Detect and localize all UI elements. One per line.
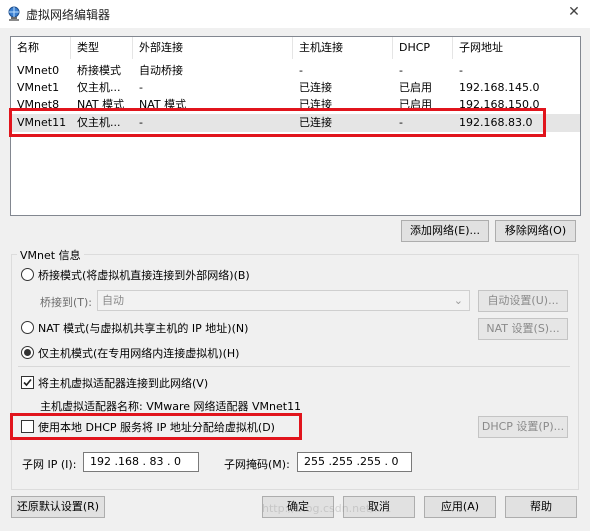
table-header: 名称 类型 外部连接 主机连接 DHCP 子网地址 <box>11 37 580 59</box>
add-network-button[interactable]: 添加网络(E)... <box>401 220 489 242</box>
cell-name: VMnet1 <box>17 81 60 94</box>
highlight-box <box>9 108 546 137</box>
subnet-ip-input[interactable]: 192 .168 . 83 . 0 <box>83 452 199 472</box>
connect-adapter-label[interactable]: 将主机虚拟适配器连接到此网络(V) <box>38 375 208 391</box>
cell-subnet: - <box>459 64 463 77</box>
cell-type: 仅主机... <box>77 81 121 94</box>
subnet-ip-label: 子网 IP (I): <box>22 458 77 471</box>
cell-external: 自动桥接 <box>139 64 183 77</box>
nat-settings-button[interactable]: NAT 设置(S)... <box>478 318 568 340</box>
remove-network-button[interactable]: 移除网络(O) <box>495 220 576 242</box>
cell-name: VMnet0 <box>17 64 60 77</box>
adapter-name-label: 主机虚拟适配器名称: VMware 网络适配器 VMnet11 <box>40 400 302 413</box>
cell-host: - <box>299 64 303 77</box>
help-button[interactable]: 帮助 <box>505 496 577 518</box>
network-globe-icon <box>6 6 22 22</box>
bridged-label[interactable]: 桥接模式(将虚拟机直接连接到外部网络)(B) <box>38 267 250 283</box>
table-row[interactable]: VMnet1 仅主机... - 已连接 已启用 192.168.145.0 <box>11 80 580 96</box>
cell-dhcp: - <box>399 64 403 77</box>
column-header[interactable]: DHCP <box>393 37 453 59</box>
table-row[interactable]: VMnet0 桥接模式 自动桥接 - - - <box>11 63 580 79</box>
column-header[interactable]: 外部连接 <box>133 37 293 59</box>
bridged-radio[interactable] <box>21 268 34 281</box>
bridged-to-label: 桥接到(T): <box>40 296 93 309</box>
bridged-to-select[interactable]: 自动 ⌄ <box>97 290 470 311</box>
chevron-down-icon: ⌄ <box>453 294 463 307</box>
cell-host: 已连接 <box>299 81 332 94</box>
host-only-label[interactable]: 仅主机模式(在专用网络内连接虚拟机)(H) <box>38 345 239 361</box>
column-header[interactable]: 子网地址 <box>453 37 580 59</box>
nat-label[interactable]: NAT 模式(与虚拟机共享主机的 IP 地址)(N) <box>38 320 248 336</box>
highlight-box <box>10 413 302 440</box>
separator <box>18 366 570 367</box>
auto-settings-button[interactable]: 自动设置(U)... <box>478 290 568 312</box>
bridged-to-value: 自动 <box>102 294 124 307</box>
host-only-radio[interactable] <box>21 346 34 359</box>
cell-subnet: 192.168.145.0 <box>459 81 540 94</box>
restore-defaults-button[interactable]: 还原默认设置(R) <box>11 496 105 518</box>
dhcp-settings-button[interactable]: DHCP 设置(P)... <box>478 416 568 438</box>
column-header[interactable]: 名称 <box>11 37 71 59</box>
cell-dhcp: 已启用 <box>399 81 432 94</box>
close-icon[interactable]: ✕ <box>566 4 582 20</box>
cell-type: 桥接模式 <box>77 64 121 77</box>
connect-adapter-checkbox[interactable] <box>21 376 34 389</box>
column-header[interactable]: 主机连接 <box>293 37 393 59</box>
group-label: VMnet 信息 <box>17 247 84 263</box>
cell-external: - <box>139 81 143 94</box>
subnet-mask-label: 子网掩码(M): <box>224 458 290 471</box>
apply-button[interactable]: 应用(A) <box>424 496 496 518</box>
subnet-mask-input[interactable]: 255 .255 .255 . 0 <box>297 452 412 472</box>
watermark-text: http://blog.csdn.net/...1 <box>262 502 392 515</box>
title-bar: 虚拟网络编辑器 ✕ <box>0 0 590 28</box>
window-title: 虚拟网络编辑器 <box>26 8 111 22</box>
column-header[interactable]: 类型 <box>71 37 133 59</box>
nat-radio[interactable] <box>21 321 34 334</box>
